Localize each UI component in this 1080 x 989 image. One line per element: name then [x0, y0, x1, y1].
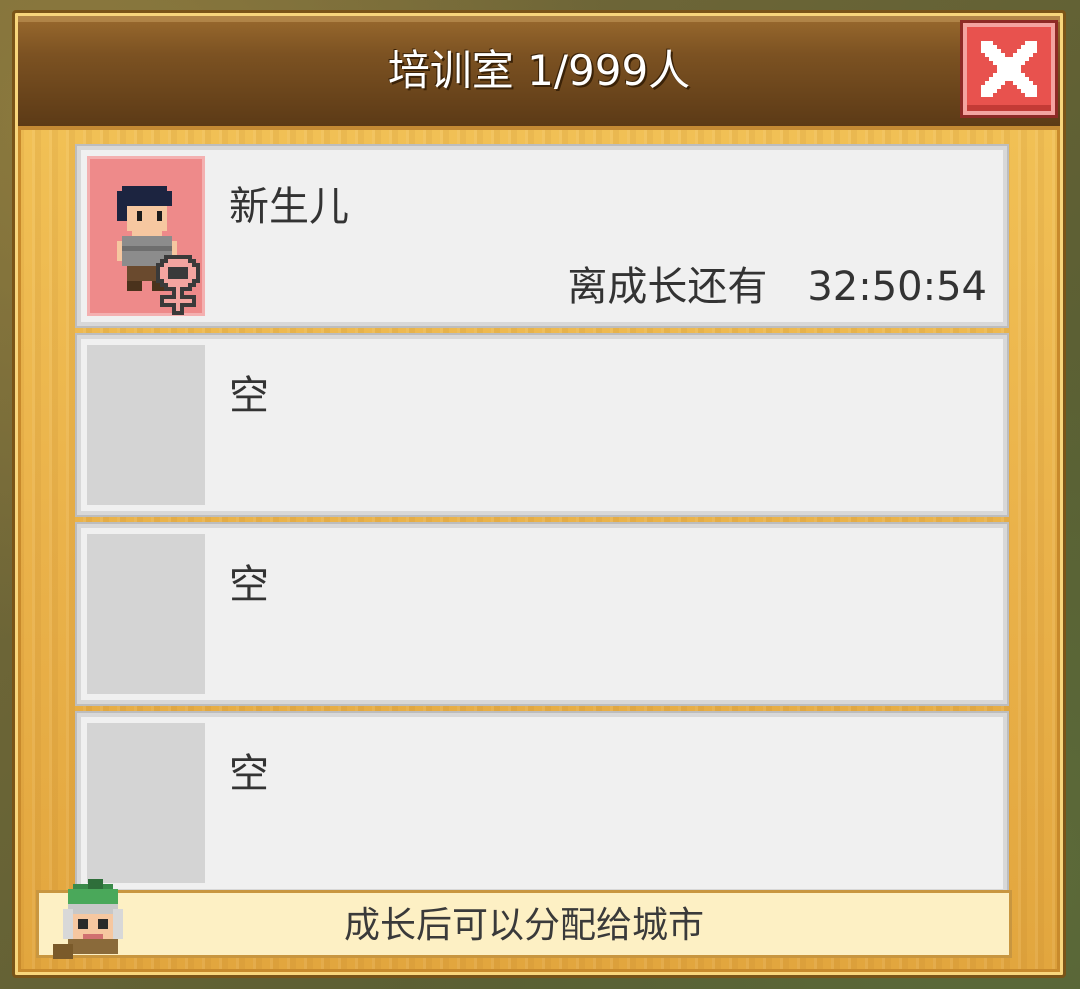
slot-empty-label: 空 — [229, 751, 269, 797]
slot-empty[interactable]: 空 — [77, 335, 1007, 515]
growth-timer: 离成长还有 32:50:54 — [567, 254, 987, 312]
slot-empty[interactable]: 空 — [77, 713, 1007, 893]
window-title: 培训室 1/999人 — [387, 46, 691, 95]
hint-bar: 成长后可以分配给城市 — [36, 879, 1012, 959]
empty-portrait — [87, 534, 205, 694]
empty-portrait — [87, 723, 205, 883]
empty-portrait — [87, 345, 205, 505]
hint-text: 成长后可以分配给城市 — [343, 905, 704, 946]
growth-timer-label: 离成长还有 — [567, 264, 768, 310]
slot-empty-label: 空 — [229, 373, 269, 419]
resident-slot-list: 新生儿 离成长还有 32:50:54 空 空 空 — [77, 146, 1011, 902]
training-room-window: 培训室 1/999人 新生儿 离成长还有 32:50:54 空 空 空 — [12, 10, 1066, 978]
slot-empty-label: 空 — [229, 562, 269, 608]
resident-portrait — [87, 156, 205, 316]
close-icon — [981, 41, 1037, 97]
title-bar: 培训室 1/999人 — [18, 16, 1060, 130]
female-icon — [156, 255, 200, 315]
slot-occupied[interactable]: 新生儿 离成长还有 32:50:54 — [77, 146, 1007, 326]
resident-name: 新生儿 — [229, 184, 349, 230]
growth-timer-value: 32:50:54 — [807, 264, 987, 310]
slot-empty[interactable]: 空 — [77, 524, 1007, 704]
close-button[interactable] — [963, 23, 1055, 115]
